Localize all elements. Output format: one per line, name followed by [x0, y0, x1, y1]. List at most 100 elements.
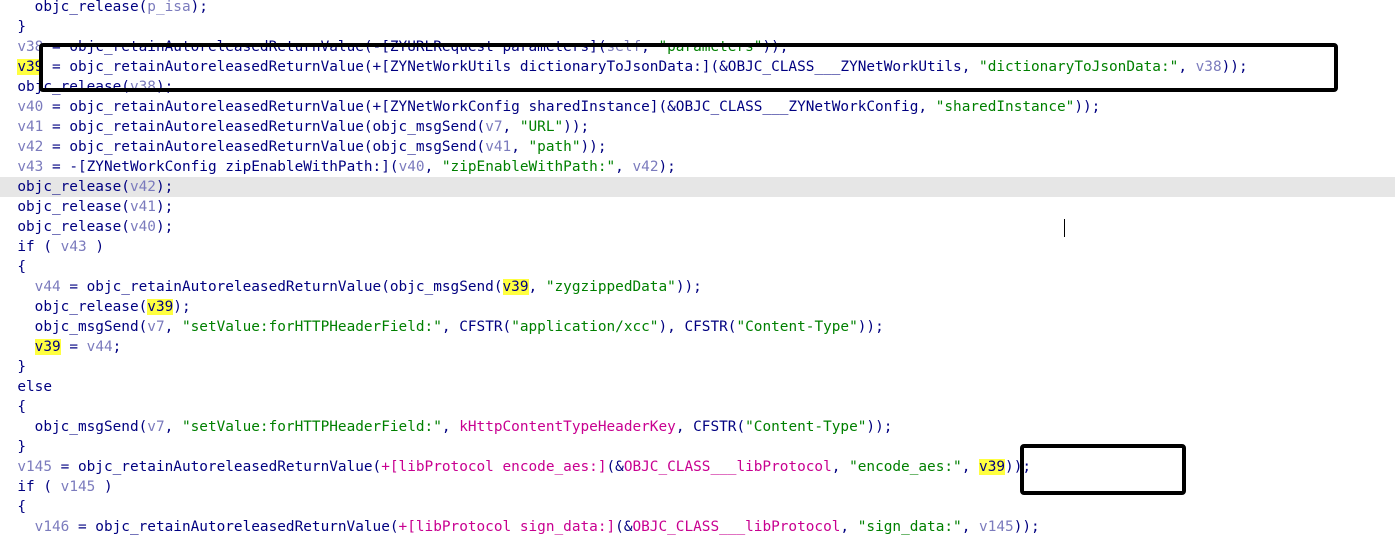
code-token: v41 — [129, 199, 156, 215]
code-token: )); — [675, 279, 702, 295]
code-token: } — [0, 439, 26, 455]
code-line[interactable]: { — [0, 397, 1395, 417]
code-token: , — [961, 459, 980, 475]
code-line[interactable]: v44 = objc_retainAutoreleasedReturnValue… — [0, 277, 1395, 297]
highlighted-token: v39 — [34, 339, 61, 355]
highlighted-token: v39 — [147, 299, 174, 315]
code-line[interactable]: v41 = objc_retainAutoreleasedReturnValue… — [0, 117, 1395, 137]
code-token: = objc_retainAutoreleasedReturnValue(+[Z… — [43, 99, 936, 115]
code-token: p_isa — [147, 0, 191, 15]
code-token: ); — [658, 159, 676, 175]
code-token: "setValue:forHTTPHeaderField:" — [181, 419, 442, 435]
code-token: , — [961, 519, 980, 535]
code-token: )); — [857, 319, 884, 335]
code-line[interactable]: v39 = v44; — [0, 337, 1395, 357]
code-line[interactable]: v146 = objc_retainAutoreleasedReturnValu… — [0, 517, 1395, 537]
code-token: , — [424, 159, 442, 175]
code-token: v40 — [17, 99, 44, 115]
code-line[interactable]: objc_release(v42); — [0, 177, 1395, 197]
code-token: = objc_retainAutoreleasedReturnValue(obj… — [60, 279, 503, 295]
code-token: ); — [155, 199, 174, 215]
code-token: , — [528, 279, 546, 295]
code-line[interactable]: } — [0, 357, 1395, 377]
code-token: "setValue:forHTTPHeaderField:" — [181, 319, 442, 335]
code-token: , — [511, 139, 529, 155]
code-token: ), CFSTR( — [658, 319, 737, 335]
code-line[interactable]: { — [0, 257, 1395, 277]
code-token: v7 — [485, 119, 503, 135]
code-token: v7 — [147, 319, 165, 335]
code-line[interactable]: if ( v43 ) — [0, 237, 1395, 257]
code-token: } — [0, 359, 26, 375]
code-token: v145 — [60, 479, 96, 495]
code-token: kHttpContentTypeHeaderKey — [459, 419, 676, 435]
code-line[interactable]: objc_release(v40); — [0, 217, 1395, 237]
code-token: v41 — [17, 119, 44, 135]
code-token: +[libProtocol encode_aes:] — [381, 459, 607, 475]
code-token: (& — [606, 459, 624, 475]
code-token: "sharedInstance" — [935, 99, 1075, 115]
code-line[interactable]: v43 = -[ZYNetWorkConfig zipEnableWithPat… — [0, 157, 1395, 177]
code-token: "zygzippedData" — [545, 279, 676, 295]
code-token: ); — [155, 219, 174, 235]
code-token: = objc_retainAutoreleasedReturnValue( — [51, 459, 382, 475]
code-token: objc_msgSend( — [0, 319, 148, 335]
code-token: objc_release( — [0, 219, 130, 235]
code-line[interactable]: objc_msgSend(v7, "setValue:forHTTPHeader… — [0, 317, 1395, 337]
code-line[interactable]: objc_msgSend(v7, "setValue:forHTTPHeader… — [0, 417, 1395, 437]
code-token: v146 — [34, 519, 70, 535]
code-line[interactable]: objc_release(v41); — [0, 197, 1395, 217]
code-line[interactable]: objc_release(v39); — [0, 297, 1395, 317]
code-line[interactable]: { — [0, 497, 1395, 517]
code-token: = objc_retainAutoreleasedReturnValue(obj… — [43, 139, 486, 155]
code-token: objc_msgSend( — [0, 419, 148, 435]
code-token: )); — [563, 119, 590, 135]
code-token: "Content-Type" — [745, 419, 867, 435]
code-line[interactable]: v40 = objc_retainAutoreleasedReturnValue… — [0, 97, 1395, 117]
code-token: "path" — [528, 139, 581, 155]
annotation-box-encode-aes-arg — [1020, 444, 1186, 495]
code-token: +[libProtocol sign_data:] — [398, 519, 616, 535]
text-caret — [1064, 219, 1065, 237]
code-token: ); — [173, 299, 191, 315]
code-token: = -[ZYNetWorkConfig zipEnableWithPath:]( — [43, 159, 399, 175]
code-token: OBJC_CLASS___libProtocol — [632, 519, 841, 535]
code-token: , — [840, 519, 858, 535]
code-token: )); — [866, 419, 893, 435]
code-token: objc_release( — [34, 0, 148, 15]
code-token: "application/xcc" — [511, 319, 659, 335]
highlighted-token: v39 — [979, 459, 1006, 475]
code-token: objc_release( — [0, 179, 130, 195]
code-token: v44 — [86, 339, 113, 355]
code-token: "encode_aes:" — [849, 459, 962, 475]
code-token: v7 — [147, 419, 165, 435]
code-token: , — [615, 159, 633, 175]
code-line[interactable]: v42 = objc_retainAutoreleasedReturnValue… — [0, 137, 1395, 157]
code-token: } — [0, 19, 26, 35]
code-token: if ( — [0, 479, 61, 495]
code-token: { — [0, 259, 26, 275]
code-token: v41 — [485, 139, 512, 155]
highlighted-token: v39 — [502, 279, 529, 295]
code-token: objc_release( — [0, 299, 148, 315]
code-line[interactable]: } — [0, 17, 1395, 37]
code-token: ; — [112, 339, 122, 355]
code-token: v145 — [979, 519, 1014, 535]
code-token: = objc_retainAutoreleasedReturnValue( — [69, 519, 399, 535]
code-token: v40 — [398, 159, 425, 175]
annotation-box-v39-assignment — [39, 43, 1338, 92]
code-token: ); — [155, 179, 174, 195]
code-token: , — [502, 119, 520, 135]
code-token: "URL" — [519, 119, 564, 135]
code-token: v44 — [34, 279, 61, 295]
code-token: v42 — [129, 179, 156, 195]
code-token: ) — [86, 239, 104, 255]
code-line[interactable]: objc_release(p_isa); — [0, 0, 1395, 17]
code-token: objc_release( — [0, 199, 130, 215]
code-line[interactable]: else — [0, 377, 1395, 397]
